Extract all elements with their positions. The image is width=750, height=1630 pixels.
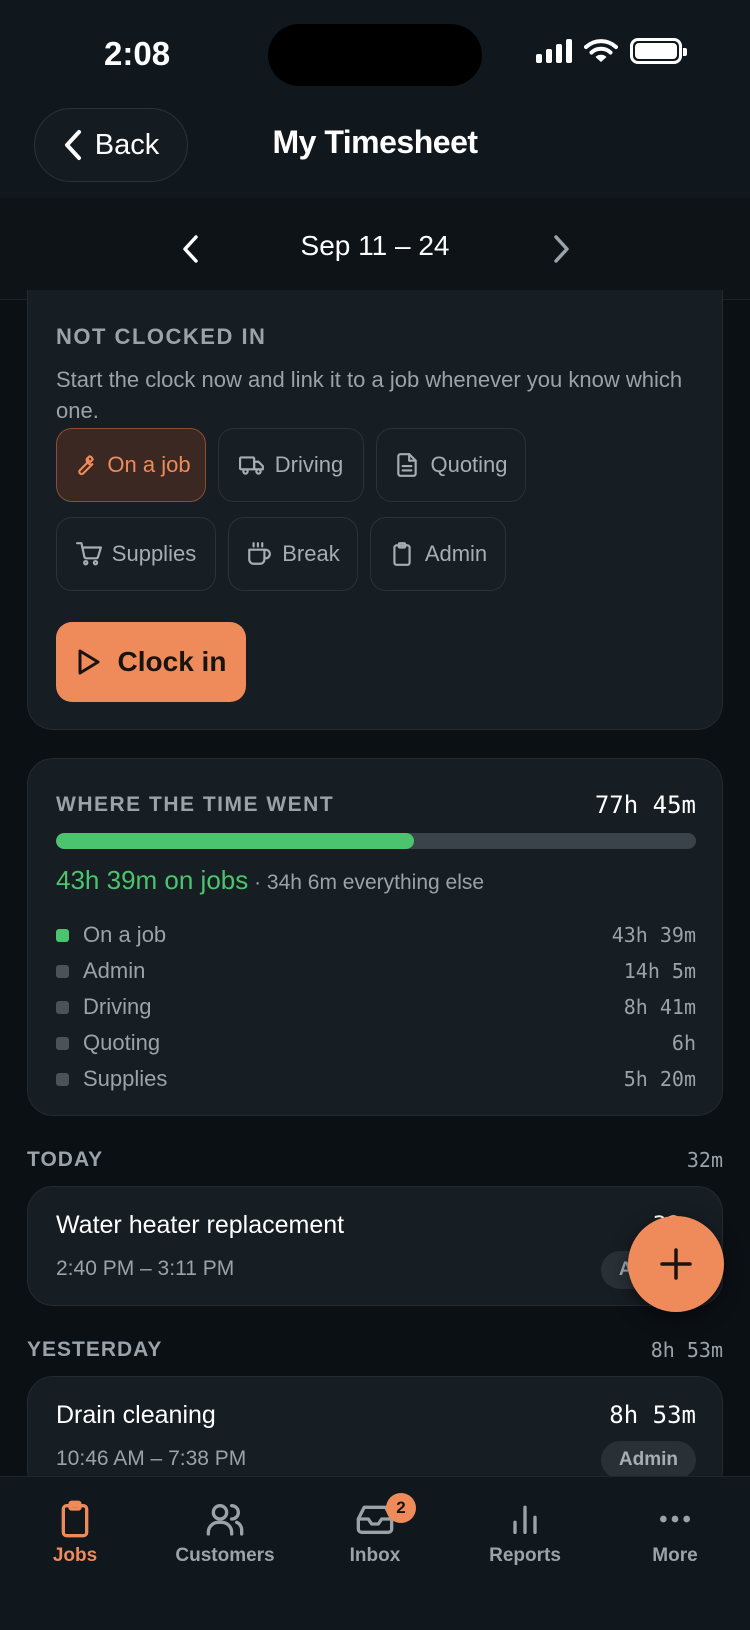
clock-description: Start the clock now and link it to a job… (56, 367, 683, 423)
tab-label: Reports (489, 1545, 561, 1566)
legend-item: On a job 43h 39m (56, 917, 696, 953)
chip-label: Break (282, 541, 340, 566)
activity-chip-on-a-job[interactable]: On a job (56, 428, 206, 502)
activity-chip-break[interactable]: Break (228, 517, 358, 591)
entry-time-range: 10:46 AM – 7:38 PM (56, 1447, 247, 1470)
activity-chip-quoting[interactable]: Quoting (376, 428, 526, 502)
legend-label: Supplies (83, 1066, 168, 1091)
legend-label: Admin (83, 958, 146, 983)
activity-chip-driving[interactable]: Driving (218, 428, 364, 502)
legend-value: 43h 39m (611, 923, 696, 947)
other-summary: · 34h 6m everything else (248, 871, 485, 894)
status-bar: 2:08 (0, 0, 750, 108)
clock-in-card: NOT CLOCKED IN Start the clock now and l… (27, 290, 723, 730)
time-breakdown-heading: WHERE THE TIME WENT (56, 793, 335, 816)
legend-dot (56, 1072, 69, 1086)
legend-value: 8h 41m (623, 995, 696, 1019)
entry-time-range: 2:40 PM – 3:11 PM (56, 1257, 235, 1280)
legend-item: Admin 14h 5m (56, 953, 696, 989)
add-entry-button[interactable] (628, 1216, 724, 1312)
tab-label: Inbox (349, 1545, 401, 1566)
legend-dot (56, 1000, 69, 1014)
section-title-yesterday: YESTERDAY (27, 1338, 163, 1361)
legend-dot (56, 1036, 69, 1050)
time-summary: 43h 39m on jobs · 34h 6m everything else (56, 865, 484, 896)
entry-title: Water heater replacement (56, 1211, 345, 1239)
section-total-yesterday: 8h 53m (650, 1338, 723, 1362)
plus-icon (660, 1248, 692, 1280)
chip-label: On a job (107, 452, 191, 477)
document-icon (397, 453, 418, 477)
bar-chart-icon (513, 1505, 537, 1534)
jobs-progress-fill (56, 833, 415, 849)
status-time: 2:08 (104, 35, 171, 72)
cart-icon (75, 542, 102, 566)
page-title: My Timesheet (272, 124, 478, 160)
legend-item: Supplies 5h 20m (56, 1061, 696, 1097)
header: Back My Timesheet (0, 108, 750, 198)
wrench-icon (78, 455, 95, 476)
clipboard-icon (393, 542, 411, 566)
status-icons (536, 38, 687, 64)
clock-in-button[interactable]: Clock in (56, 622, 246, 702)
tab-bar: Jobs Customers Inbox 2 Reports More (0, 1476, 750, 1630)
legend-item: Driving 8h 41m (56, 989, 696, 1025)
time-legend: On a job 43h 39m Admin 14h 5m Driving 8h… (56, 917, 696, 1097)
tab-reports[interactable]: Reports (450, 1499, 600, 1567)
entry-duration: 8h 53m (609, 1401, 696, 1429)
date-range-label: Sep 11 – 24 (300, 230, 450, 261)
tab-label: Jobs (52, 1545, 98, 1566)
play-icon (78, 649, 100, 675)
legend-value: 5h 20m (623, 1067, 696, 1091)
chip-label: Driving (274, 452, 344, 477)
time-entry-card[interactable]: Water heater replacement 2:40 PM – 3:11 … (27, 1186, 723, 1306)
entry-title: Drain cleaning (56, 1401, 216, 1429)
battery-icon (630, 38, 687, 64)
jobs-summary: 43h 39m on jobs (56, 865, 249, 895)
jobs-progress-bar (56, 833, 696, 849)
legend-value: 6h (671, 1031, 696, 1055)
chip-label: Quoting (430, 452, 508, 477)
next-period-icon[interactable] (546, 232, 576, 266)
tab-more[interactable]: More (600, 1499, 750, 1567)
chip-label: Admin (424, 541, 488, 566)
section-total-today: 32m (686, 1148, 723, 1172)
dynamic-island (268, 24, 482, 86)
tab-jobs[interactable]: Jobs (0, 1499, 150, 1567)
clock-status-heading: NOT CLOCKED IN (56, 324, 267, 349)
users-icon (206, 1504, 244, 1536)
legend-label: On a job (83, 922, 167, 947)
tab-label: More (652, 1545, 698, 1566)
truck-icon (238, 456, 264, 475)
more-icon (660, 1515, 690, 1523)
tab-customers[interactable]: Customers (150, 1499, 300, 1567)
clipboard-icon (61, 1500, 89, 1538)
clock-in-label: Clock in (117, 646, 227, 677)
chip-label: Supplies (111, 541, 197, 566)
tab-label: Customers (175, 1545, 275, 1566)
legend-label: Driving (83, 994, 152, 1019)
inbox-badge: 2 (386, 1493, 416, 1523)
legend-dot (56, 928, 69, 942)
signal-icon (536, 39, 572, 63)
section-title-today: TODAY (27, 1148, 104, 1171)
date-range-nav: Sep 11 – 24 (0, 198, 750, 300)
time-breakdown-card: WHERE THE TIME WENT 77h 45m 43h 39m on j… (27, 758, 723, 1116)
time-total: 77h 45m (594, 791, 696, 819)
activity-chip-supplies[interactable]: Supplies (56, 517, 216, 591)
legend-label: Quoting (83, 1030, 161, 1055)
activity-chip-admin[interactable]: Admin (370, 517, 506, 591)
wifi-icon (584, 39, 618, 62)
legend-item: Quoting 6h (56, 1025, 696, 1061)
coffee-icon (248, 542, 272, 565)
tab-inbox[interactable]: Inbox 2 (300, 1493, 450, 1567)
legend-value: 14h 5m (623, 959, 696, 983)
legend-dot (56, 964, 69, 978)
entry-category-tag: Admin (600, 1441, 696, 1479)
